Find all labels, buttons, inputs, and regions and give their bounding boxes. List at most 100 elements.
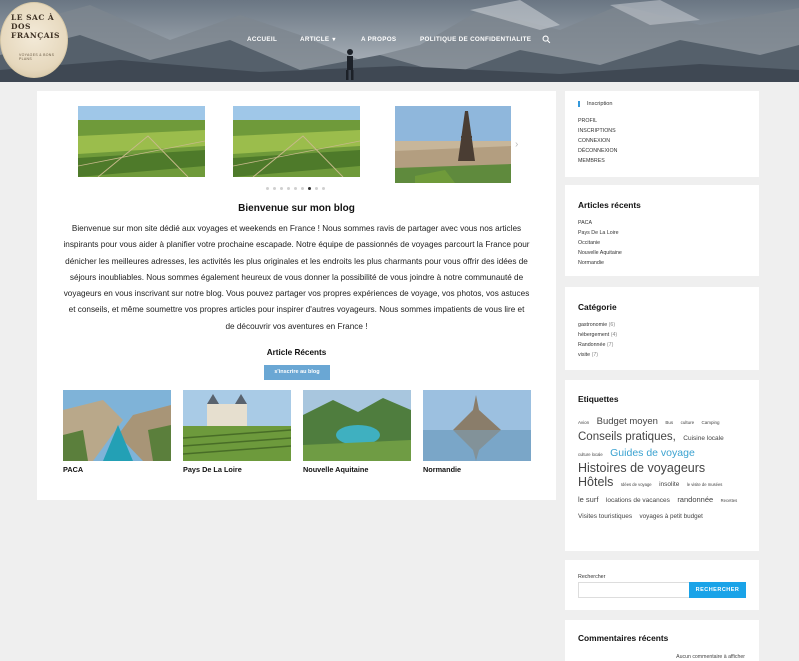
article-label[interactable]: Normandie bbox=[423, 465, 531, 474]
article-image[interactable] bbox=[423, 390, 531, 461]
category-item[interactable]: Randonnée (7) bbox=[578, 340, 617, 350]
widget-categories: Catégorie gastronomie (6) hébergement (4… bbox=[565, 287, 759, 370]
main-content: › Bienvenue sur mon blog Bienvenue sur m… bbox=[37, 91, 556, 500]
nav-item-article-label: ARTICLE bbox=[300, 36, 330, 43]
search-label: Rechercher bbox=[578, 574, 606, 580]
search-button[interactable]: RECHERCHER bbox=[689, 582, 746, 598]
category-item[interactable]: hébergement (4) bbox=[578, 330, 617, 340]
chevron-right-icon[interactable]: › bbox=[515, 139, 518, 150]
welcome-text: Bienvenue sur mon site dédié aux voyages… bbox=[63, 224, 530, 331]
site-header: LE SAC À DOS FRANÇAIS VOYAGES & BONS PLA… bbox=[0, 0, 799, 82]
tag-link[interactable]: Idées de voyage bbox=[621, 482, 652, 487]
article-image[interactable] bbox=[63, 390, 171, 461]
category-count: (7) bbox=[606, 342, 614, 348]
tag-link[interactable]: locations de vacances bbox=[606, 497, 670, 504]
tag-link[interactable]: Camping bbox=[702, 420, 720, 425]
tag-link[interactable]: Budget moyen bbox=[597, 416, 658, 427]
slider-dot[interactable] bbox=[322, 187, 325, 190]
slider-dot[interactable] bbox=[315, 187, 318, 190]
article-card-nouvelle-aquitaine[interactable]: Nouvelle Aquitaine bbox=[303, 390, 411, 474]
categories-list: gastronomie (6) hébergement (4) Randonné… bbox=[578, 320, 617, 360]
slider-image-3[interactable] bbox=[395, 106, 511, 183]
widget-title: Etiquettes bbox=[578, 394, 619, 404]
tag-link[interactable]: le visite de musées bbox=[687, 482, 723, 487]
tag-link[interactable]: le surf bbox=[578, 495, 598, 504]
slider-dot[interactable] bbox=[266, 187, 269, 190]
category-name: hébergement bbox=[578, 332, 610, 338]
slider-dot-active[interactable] bbox=[308, 187, 311, 190]
tag-link[interactable]: Cuisine locale bbox=[683, 435, 723, 442]
slider-dot[interactable] bbox=[294, 187, 297, 190]
article-label[interactable]: Nouvelle Aquitaine bbox=[303, 465, 411, 474]
widget-title: Inscription bbox=[578, 101, 613, 107]
category-name: visite bbox=[578, 352, 591, 358]
tag-link[interactable]: Conseils pratiques, bbox=[578, 431, 676, 443]
category-name: Randonnée bbox=[578, 342, 606, 348]
nav-item-accueil[interactable]: ACCUEIL bbox=[247, 36, 277, 43]
tag-link[interactable]: culture bbox=[681, 420, 695, 425]
nav-item-a-propos[interactable]: A PROPOS bbox=[361, 36, 396, 43]
slider-dot[interactable] bbox=[273, 187, 276, 190]
widget-title: Articles récents bbox=[578, 200, 641, 210]
recent-article-link[interactable]: Nouvelle Aquitaine bbox=[578, 248, 622, 258]
tag-link[interactable]: Guides de voyage bbox=[610, 447, 695, 459]
link-inscriptions[interactable]: INSCRIPTIONS bbox=[578, 126, 617, 136]
link-profil[interactable]: PROFIL bbox=[578, 116, 617, 126]
article-card-paca[interactable]: PACA bbox=[63, 390, 171, 474]
nav-item-politique[interactable]: POLITIQUE DE CONFIDENTIALITE bbox=[420, 36, 531, 43]
article-card-pays-de-la-loire[interactable]: Pays De La Loire bbox=[183, 390, 291, 474]
recent-article-link[interactable]: Normandie bbox=[578, 258, 622, 268]
main-nav: ACCUEIL ARTICLE ▾ A PROPOS POLITIQUE DE C… bbox=[0, 35, 799, 48]
widget-search: Rechercher RECHERCHER bbox=[565, 560, 759, 610]
slider-image-1[interactable] bbox=[78, 106, 205, 177]
article-image[interactable] bbox=[303, 390, 411, 461]
tag-link[interactable]: culture locale bbox=[578, 452, 603, 457]
tag-link[interactable]: Hôtels bbox=[578, 475, 613, 489]
tag-link[interactable]: Recettes bbox=[721, 498, 738, 503]
category-name: gastronomie bbox=[578, 322, 608, 328]
recent-articles-list: PACA Pays De La Loire Occitanie Nouvelle… bbox=[578, 218, 622, 268]
tag-link[interactable]: Bus bbox=[665, 420, 673, 425]
article-card-normandie[interactable]: Normandie bbox=[423, 390, 531, 474]
subscribe-button[interactable]: s'inscrire au blog bbox=[264, 365, 330, 380]
widget-title: Catégorie bbox=[578, 302, 617, 312]
chevron-down-icon: ▾ bbox=[332, 37, 336, 43]
link-deconnexion[interactable]: DÉCONNEXION bbox=[578, 146, 617, 156]
recent-articles-title: Article Récents bbox=[266, 348, 327, 357]
link-membres[interactable]: MEMBRES bbox=[578, 156, 617, 166]
widget-inscription: Inscription PROFIL INSCRIPTIONS CONNEXIO… bbox=[565, 91, 759, 177]
widget-title: Commentaires récents bbox=[578, 633, 669, 643]
slider-image-2[interactable] bbox=[233, 106, 360, 177]
article-label[interactable]: PACA bbox=[63, 465, 171, 474]
tag-link[interactable]: insolite bbox=[659, 481, 679, 488]
tag-link[interactable]: voyages à petit budget bbox=[640, 513, 703, 520]
nav-item-article[interactable]: ARTICLE ▾ bbox=[300, 36, 336, 43]
inscription-links: PROFIL INSCRIPTIONS CONNEXION DÉCONNEXIO… bbox=[578, 116, 617, 166]
category-count: (7) bbox=[591, 352, 599, 358]
tag-link[interactable]: Histoires de voyageurs bbox=[578, 461, 705, 475]
slider-dot[interactable] bbox=[280, 187, 283, 190]
widget-recent-articles: Articles récents PACA Pays De La Loire O… bbox=[565, 185, 759, 276]
recent-article-link[interactable]: Occitanie bbox=[578, 238, 622, 248]
tag-link[interactable]: Avion bbox=[578, 420, 589, 425]
no-comments-text: Aucun commentaire à afficher bbox=[676, 654, 745, 660]
category-count: (6) bbox=[608, 322, 616, 328]
recent-article-link[interactable]: Pays De La Loire bbox=[578, 228, 622, 238]
tag-link[interactable]: Visites touristiques bbox=[578, 513, 632, 520]
category-item[interactable]: visite (7) bbox=[578, 350, 617, 360]
category-item[interactable]: gastronomie (6) bbox=[578, 320, 617, 330]
tag-cloud: Avion Budget moyen Bus culture Camping C… bbox=[578, 413, 750, 523]
search-input[interactable] bbox=[578, 582, 690, 598]
widget-tags: Etiquettes Avion Budget moyen Bus cultur… bbox=[565, 380, 759, 551]
link-connexion[interactable]: CONNEXION bbox=[578, 136, 617, 146]
slider-dot[interactable] bbox=[301, 187, 304, 190]
welcome-title: Bienvenue sur mon blog bbox=[238, 203, 355, 214]
slider-dot[interactable] bbox=[287, 187, 290, 190]
article-label[interactable]: Pays De La Loire bbox=[183, 465, 291, 474]
search-icon[interactable] bbox=[542, 35, 551, 44]
article-image[interactable] bbox=[183, 390, 291, 461]
category-count: (4) bbox=[610, 332, 618, 338]
logo-subtitle: VOYAGES & BONS PLANS bbox=[19, 53, 55, 61]
recent-article-link[interactable]: PACA bbox=[578, 218, 622, 228]
tag-link[interactable]: randonnée bbox=[677, 495, 713, 504]
